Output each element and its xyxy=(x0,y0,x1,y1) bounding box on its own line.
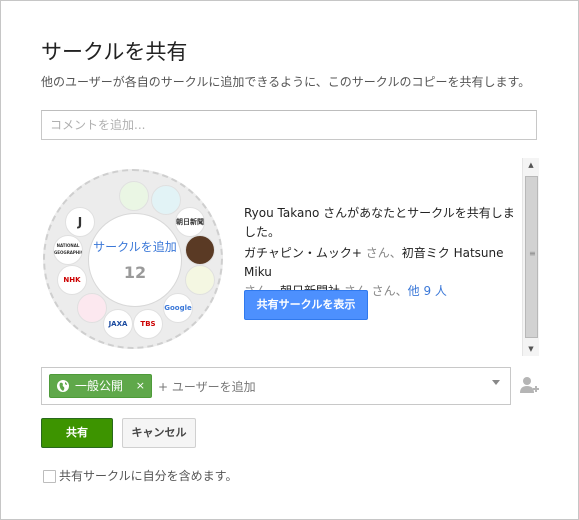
scroll-down-arrow-icon[interactable]: ▼ xyxy=(523,342,539,356)
avatar-tbs: TBS Tokyo xyxy=(133,309,163,339)
include-self-label[interactable]: 共有サークルに自分を含めます。 xyxy=(59,467,237,484)
add-circle-label[interactable]: サークルを追加 xyxy=(89,238,181,255)
scrollbar-thumb[interactable]: ≡ xyxy=(525,176,538,338)
include-self-checkbox[interactable] xyxy=(43,470,56,483)
circle-center[interactable]: サークルを追加 12 xyxy=(88,213,182,307)
add-person-icon[interactable] xyxy=(518,374,540,396)
share-info: Ryou Takano さんがあなたとサークルを共有しました。 ガチャピン・ムッ… xyxy=(244,204,524,301)
avatar-hello-kitty xyxy=(77,293,107,323)
add-user-input[interactable]: + ユーザーを追加 xyxy=(158,378,256,395)
avatar-google: Google xyxy=(163,293,193,323)
avatar-hatsune-miku xyxy=(151,185,181,215)
chevron-down-icon[interactable] xyxy=(492,380,500,385)
globe-icon xyxy=(57,380,69,392)
avatar-character xyxy=(185,235,215,265)
content-scrollbar[interactable]: ▲ ≡ ▼ xyxy=(522,158,539,356)
scrollbar-grip-icon: ≡ xyxy=(529,249,536,258)
member-count: 12 xyxy=(123,263,147,282)
avatar-nhk: NHK xyxy=(57,265,87,295)
cancel-button[interactable]: キャンセル xyxy=(122,418,196,448)
public-chip-label: 一般公開 xyxy=(75,379,124,393)
share-with-field[interactable]: 一般公開 × + ユーザーを追加 xyxy=(41,367,511,405)
avatar-asahi: 朝日新聞 xyxy=(175,207,205,237)
honorific-1: さん、 xyxy=(361,246,402,260)
avatar-gachapin xyxy=(119,181,149,211)
dialog-description: 他のユーザーが各自のサークルに追加できるように、このサークルのコピーを共有します… xyxy=(41,75,531,89)
public-chip[interactable]: 一般公開 × xyxy=(49,374,152,398)
share-button[interactable]: 共有 xyxy=(41,418,113,448)
member-name-1[interactable]: ガチャピン・ムック+ xyxy=(244,246,362,260)
avatar-national-geographic: NATIONAL GEOGRAPHIC xyxy=(53,235,83,265)
circle-graphic: 朝日新聞 Google TBS Tokyo JAXA NHK NATIONAL … xyxy=(43,169,223,349)
others-link[interactable]: 他 9 人 xyxy=(408,284,447,298)
comment-input[interactable] xyxy=(41,110,537,140)
shared-by-text: Ryou Takano さんがあなたとサークルを共有しました。 xyxy=(244,206,515,239)
scroll-up-arrow-icon[interactable]: ▲ xyxy=(523,158,539,172)
dialog-title: サークルを共有 xyxy=(41,40,188,64)
avatar-j-wave: J xyxy=(65,207,95,237)
avatar-jaxa: JAXA xyxy=(103,309,133,339)
view-shared-circle-button[interactable]: 共有サークルを表示 xyxy=(244,290,368,320)
remove-chip-icon[interactable]: × xyxy=(136,375,145,397)
share-circle-dialog: サークルを共有 他のユーザーが各自のサークルに追加できるように、このサークルのコ… xyxy=(0,0,579,520)
avatar-bird xyxy=(185,265,215,295)
